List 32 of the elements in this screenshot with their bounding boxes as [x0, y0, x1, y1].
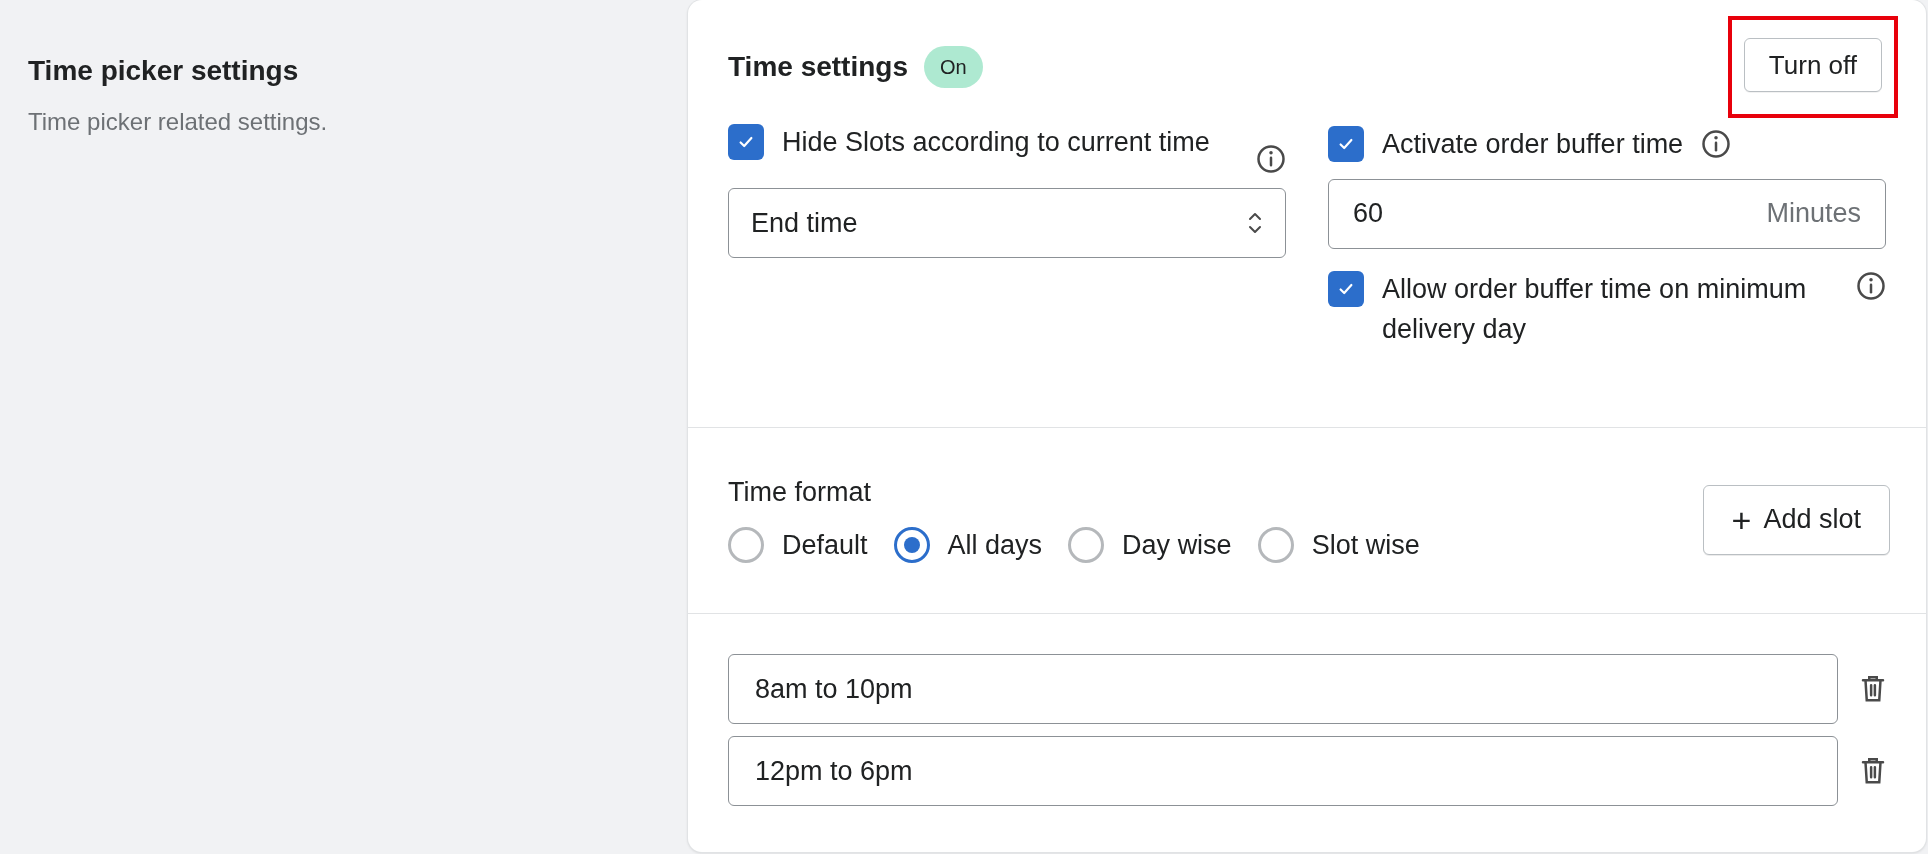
section-description: Time picker related settings.	[28, 107, 329, 137]
slot-field[interactable]: 8am to 10pm	[728, 654, 1838, 724]
turn-off-button[interactable]: Turn off	[1743, 38, 1882, 92]
checkbox[interactable]	[728, 124, 764, 160]
radio-option[interactable]: Default	[728, 524, 868, 565]
checkbox-label: Allow order buffer time on minimum delivery day	[1382, 272, 1808, 346]
radio-button[interactable]	[893, 526, 930, 563]
trash-icon[interactable]	[1860, 756, 1886, 786]
checkbox[interactable]	[1328, 126, 1364, 163]
info-icon[interactable]	[1856, 270, 1886, 301]
radio-option[interactable]: All days	[893, 524, 1043, 565]
radio-button[interactable]	[1257, 526, 1294, 563]
radio-button[interactable]	[1068, 526, 1105, 563]
trash-icon[interactable]	[1860, 674, 1886, 704]
checkbox-label: Activate order buffer time	[1382, 128, 1684, 161]
info-icon[interactable]	[1701, 129, 1732, 160]
radio-button[interactable]	[728, 526, 764, 563]
chevron-updown-icon	[1247, 210, 1263, 236]
buffer-time-field[interactable]: 60 Minutes	[1328, 178, 1886, 249]
field-label: Time format	[728, 476, 872, 509]
radio-option[interactable]: Slot wise	[1257, 524, 1420, 565]
add-slot-button[interactable]: + Add slot	[1702, 484, 1890, 555]
section-title: Time picker settings	[28, 54, 300, 88]
checkbox[interactable]	[1328, 270, 1364, 307]
checkbox-label: Hide Slots according to current time	[782, 126, 1211, 159]
info-icon[interactable]	[1256, 144, 1286, 174]
card-title: Time settings	[728, 50, 908, 84]
unit-suffix: Minutes	[1766, 197, 1861, 231]
status-badge: On	[924, 46, 983, 88]
slot-field[interactable]: 12pm to 6pm	[728, 736, 1838, 806]
radio-option[interactable]: Day wise	[1068, 524, 1232, 565]
end-time-select[interactable]: End time	[728, 188, 1286, 258]
